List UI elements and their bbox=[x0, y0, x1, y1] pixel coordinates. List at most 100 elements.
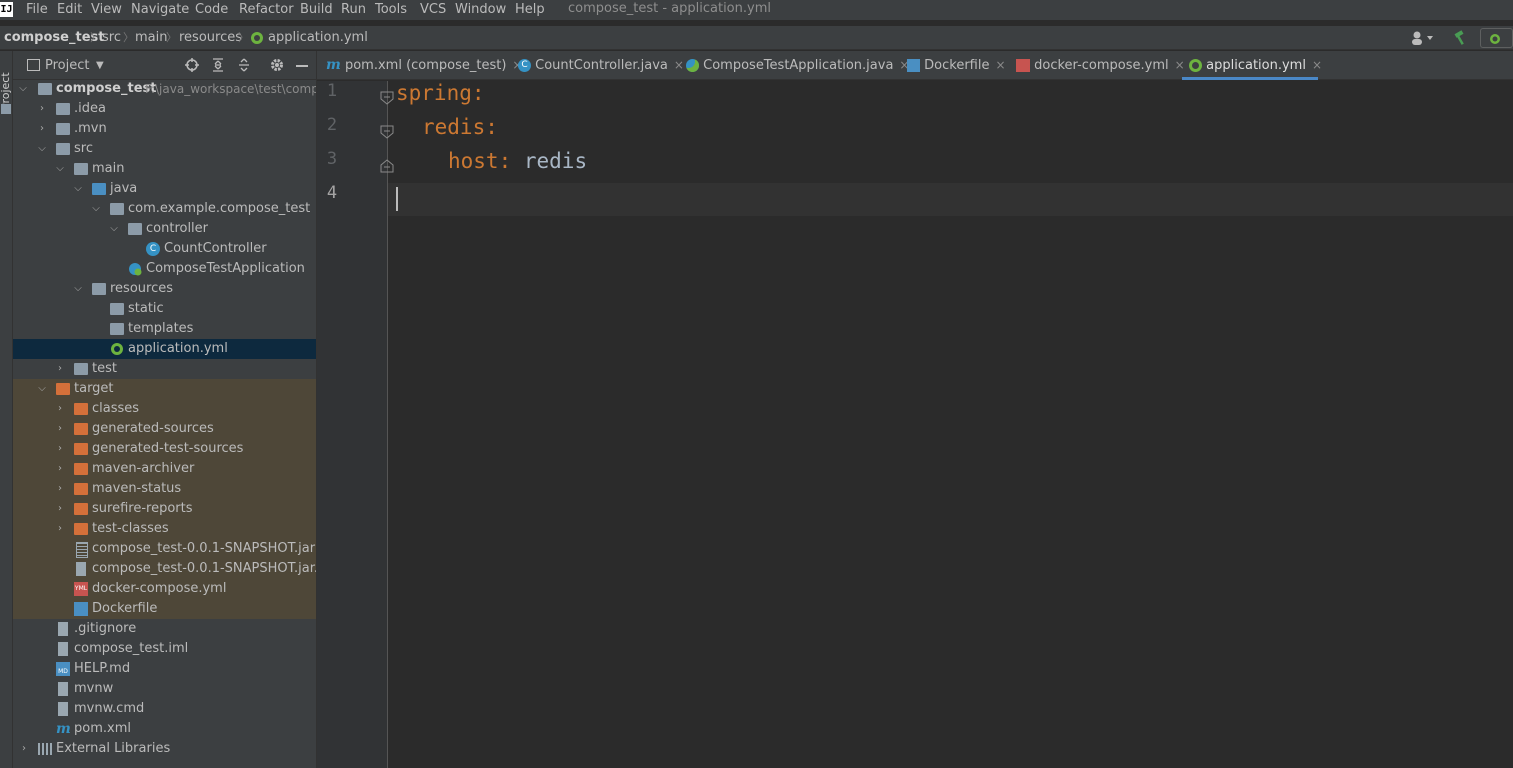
code-line-3[interactable]: host: redis bbox=[448, 149, 587, 183]
tree-row-mvn[interactable]: › .mvn bbox=[13, 119, 316, 139]
tree-row-surefire-reports[interactable]: › surefire-reports bbox=[13, 499, 316, 519]
menu-edit[interactable]: Edit bbox=[57, 0, 82, 20]
fold-marker-icon[interactable] bbox=[380, 125, 394, 139]
tree-row-test[interactable]: › test bbox=[13, 359, 316, 379]
menu-help[interactable]: Help bbox=[515, 0, 545, 20]
tab-label: pom.xml (compose_test) bbox=[344, 58, 507, 73]
intellij-logo-icon[interactable]: IJ bbox=[0, 2, 13, 17]
tree-item-label: maven-archiver bbox=[92, 461, 195, 476]
code-line-2[interactable]: redis: bbox=[422, 115, 498, 149]
tree-row-countcontroller[interactable]: C CountController bbox=[13, 239, 316, 259]
chevron-down-icon[interactable]: ⌵ bbox=[72, 179, 84, 199]
chevron-down-icon[interactable]: ⌵ bbox=[17, 79, 29, 99]
breadcrumb-resources[interactable]: resources bbox=[179, 26, 242, 50]
tree-row-help[interactable]: MD HELP.md bbox=[13, 659, 316, 679]
menu-code[interactable]: Code bbox=[195, 0, 228, 20]
tree-row-java[interactable]: ⌵ java bbox=[13, 179, 316, 199]
chevron-right-icon[interactable]: › bbox=[18, 739, 30, 759]
chevron-right-icon[interactable]: › bbox=[54, 499, 66, 519]
tree-row-docker-compose[interactable]: YML docker-compose.yml bbox=[13, 579, 316, 599]
tree-row-package[interactable]: ⌵ com.example.compose_test bbox=[13, 199, 316, 219]
chevron-right-icon[interactable]: › bbox=[54, 419, 66, 439]
fold-marker-icon[interactable] bbox=[380, 91, 394, 105]
tree-row-generated-sources[interactable]: › generated-sources bbox=[13, 419, 316, 439]
tree-row-controller[interactable]: ⌵ controller bbox=[13, 219, 316, 239]
tree-row-dockerfile[interactable]: Dockerfile bbox=[13, 599, 316, 619]
menu-navigate[interactable]: Navigate bbox=[131, 0, 189, 20]
tree-row-classes[interactable]: › classes bbox=[13, 399, 316, 419]
breadcrumb-file[interactable]: application.yml bbox=[268, 26, 368, 50]
tree-row-resources[interactable]: ⌵ resources bbox=[13, 279, 316, 299]
menu-window[interactable]: Window bbox=[455, 0, 506, 20]
tree-row-target[interactable]: ⌵ target bbox=[13, 379, 316, 399]
tree-row-maven-archiver[interactable]: › maven-archiver bbox=[13, 459, 316, 479]
chevron-right-icon[interactable]: › bbox=[54, 399, 66, 419]
menu-refactor[interactable]: Refactor bbox=[239, 0, 294, 20]
tree-row-idea[interactable]: › .idea bbox=[13, 99, 316, 119]
tree-row-root[interactable]: ⌵ compose_test F:\java_workspace\test\co… bbox=[13, 79, 326, 99]
tree-row-static[interactable]: static bbox=[13, 299, 316, 319]
chevron-down-icon[interactable]: ⌵ bbox=[36, 379, 48, 399]
close-icon[interactable]: × bbox=[674, 58, 684, 72]
tree-row-test-classes[interactable]: › test-classes bbox=[13, 519, 316, 539]
tree-row-main[interactable]: ⌵ main bbox=[13, 159, 316, 179]
build-hammer-icon[interactable] bbox=[1452, 30, 1468, 46]
menu-vcs[interactable]: VCS bbox=[420, 0, 446, 20]
tree-row-jar[interactable]: compose_test-0.0.1-SNAPSHOT.jar bbox=[13, 539, 316, 559]
user-icon[interactable] bbox=[1410, 30, 1438, 46]
tab-docker-compose[interactable]: docker-compose.yml × bbox=[1016, 51, 1185, 80]
tree-row-pom[interactable]: m pom.xml bbox=[13, 719, 316, 739]
close-icon[interactable]: × bbox=[1175, 58, 1185, 72]
menu-view[interactable]: View bbox=[91, 0, 122, 20]
chevron-down-icon[interactable]: ⌵ bbox=[108, 219, 120, 239]
tree-row-application-class[interactable]: ComposeTestApplication bbox=[13, 259, 316, 279]
chevron-down-icon[interactable]: ⌵ bbox=[72, 279, 84, 299]
editor-text-area[interactable] bbox=[388, 216, 1513, 768]
expand-all-icon[interactable] bbox=[211, 58, 225, 72]
project-view-selector[interactable]: Project bbox=[45, 51, 89, 81]
tree-row-iml[interactable]: compose_test.iml bbox=[13, 639, 316, 659]
menu-build[interactable]: Build bbox=[300, 0, 333, 20]
tree-row-external-libraries[interactable]: › External Libraries bbox=[13, 739, 316, 759]
tree-row-jar-original[interactable]: compose_test-0.0.1-SNAPSHOT.jar.orig bbox=[13, 559, 343, 579]
collapse-all-icon[interactable] bbox=[237, 58, 251, 72]
fold-end-marker-icon[interactable] bbox=[380, 159, 394, 173]
tab-composetestapplication[interactable]: ComposeTestApplication.java × bbox=[686, 51, 909, 80]
tab-application-yml[interactable]: application.yml × bbox=[1189, 51, 1322, 80]
tab-pom-xml[interactable]: m pom.xml (compose_test)× bbox=[326, 51, 522, 80]
tree-row-mvnw-cmd[interactable]: mvnw.cmd bbox=[13, 699, 316, 719]
tab-countcontroller[interactable]: C CountController.java × bbox=[518, 51, 684, 80]
close-icon[interactable]: × bbox=[1312, 58, 1322, 72]
chevron-right-icon[interactable]: › bbox=[54, 519, 66, 539]
tree-row-generated-test-sources[interactable]: › generated-test-sources bbox=[13, 439, 316, 459]
chevron-down-icon[interactable]: ⌵ bbox=[90, 199, 102, 219]
chevron-right-icon[interactable]: › bbox=[36, 119, 48, 139]
chevron-down-icon[interactable]: ⌵ bbox=[36, 139, 48, 159]
tree-row-src[interactable]: ⌵ src bbox=[13, 139, 316, 159]
chevron-right-icon[interactable]: › bbox=[54, 459, 66, 479]
chevron-right-icon[interactable]: › bbox=[54, 439, 66, 459]
gear-icon[interactable] bbox=[270, 58, 284, 72]
tree-row-maven-status[interactable]: › maven-status bbox=[13, 479, 316, 499]
locate-icon[interactable] bbox=[185, 58, 199, 72]
menu-file[interactable]: File bbox=[26, 0, 48, 20]
close-icon[interactable]: × bbox=[995, 58, 1005, 72]
chevron-right-icon[interactable]: › bbox=[54, 479, 66, 499]
breadcrumb-src[interactable]: src bbox=[102, 26, 121, 50]
tree-row-application-yml[interactable]: application.yml bbox=[13, 339, 316, 359]
tree-row-gitignore[interactable]: .gitignore bbox=[13, 619, 316, 639]
code-line-1[interactable]: spring: bbox=[396, 81, 485, 115]
breadcrumb-main[interactable]: main bbox=[135, 26, 167, 50]
tree-row-mvnw[interactable]: mvnw bbox=[13, 679, 316, 699]
tree-row-templates[interactable]: templates bbox=[13, 319, 316, 339]
run-config-selector[interactable] bbox=[1480, 28, 1513, 48]
chevron-down-icon[interactable]: ⌵ bbox=[54, 159, 66, 179]
menu-run[interactable]: Run bbox=[341, 0, 366, 20]
chevron-right-icon[interactable]: › bbox=[54, 359, 66, 379]
menu-tools[interactable]: Tools bbox=[375, 0, 407, 20]
minimize-icon[interactable] bbox=[296, 65, 308, 67]
chevron-right-icon[interactable]: › bbox=[36, 99, 48, 119]
package-icon bbox=[110, 203, 124, 215]
tab-dockerfile[interactable]: Dockerfile × bbox=[907, 51, 1006, 80]
chevron-down-icon[interactable]: ▼ bbox=[96, 51, 104, 81]
